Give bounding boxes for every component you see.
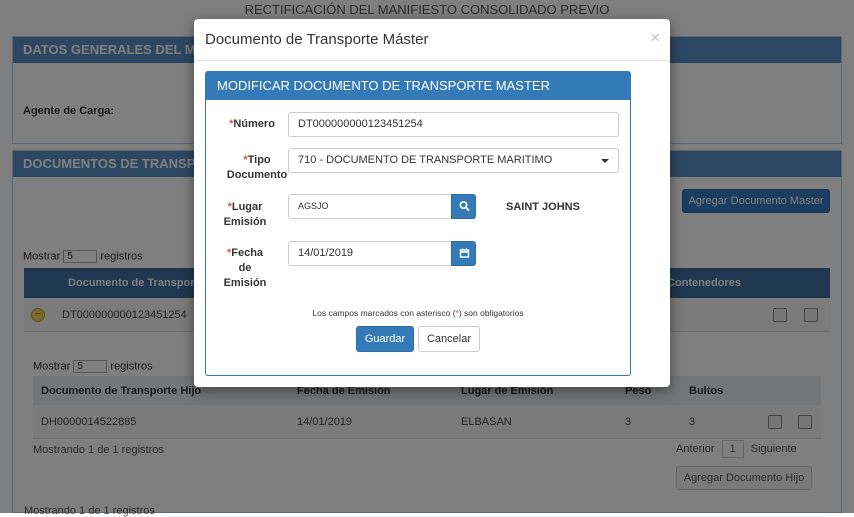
lugar-emision-input[interactable]: AGSJO xyxy=(288,194,452,219)
numero-input[interactable]: DT000000000123451254 xyxy=(288,112,619,137)
search-icon xyxy=(459,201,470,211)
modal-header: Documento de Transporte Máster × xyxy=(194,19,670,61)
guardar-button[interactable]: Guardar xyxy=(356,326,414,352)
fecha-emision-input[interactable]: 14/01/2019 xyxy=(288,241,452,266)
modal-title: Documento de Transporte Máster xyxy=(205,31,429,48)
numero-label: *Número xyxy=(229,118,275,130)
transport-document-modal: Documento de Transporte Máster × MODIFIC… xyxy=(194,19,670,387)
tipo-documento-select[interactable]: 710 - DOCUMENTO DE TRANSPORTE MARITIMO xyxy=(288,148,619,173)
modify-document-title: MODIFICAR DOCUMENTO DE TRANSPORTE MASTER xyxy=(206,72,630,100)
lugar-emision-name: SAINT JOHNS xyxy=(506,201,580,213)
chevron-down-icon xyxy=(601,159,609,163)
lugar-emision-label: *Lugar Emisión xyxy=(223,201,267,228)
modify-document-panel: MODIFICAR DOCUMENTO DE TRANSPORTE MASTER… xyxy=(205,71,631,376)
fecha-emision-label: *Fecha de Emisión xyxy=(223,247,267,289)
close-icon[interactable]: × xyxy=(650,28,660,48)
calendar-icon xyxy=(459,248,470,258)
cancelar-button[interactable]: Cancelar xyxy=(418,326,480,352)
required-fields-note: Los campos marcados con asterisco (*) so… xyxy=(312,308,524,318)
search-button[interactable] xyxy=(451,194,476,219)
calendar-button[interactable] xyxy=(451,241,476,266)
